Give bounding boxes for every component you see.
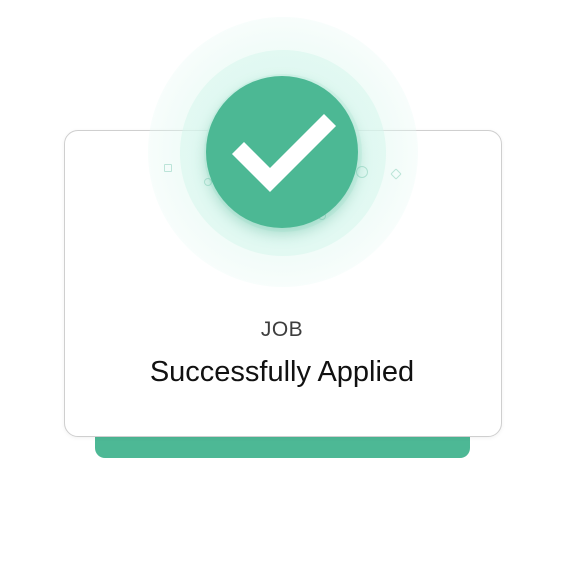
checkmark-icon bbox=[231, 113, 337, 193]
category-label: JOB bbox=[260, 318, 304, 341]
success-dialog: JOB Successfully Applied bbox=[0, 0, 564, 566]
decor-dot bbox=[164, 164, 172, 172]
status-message: Successfully Applied bbox=[149, 356, 415, 388]
success-badge bbox=[206, 76, 358, 228]
